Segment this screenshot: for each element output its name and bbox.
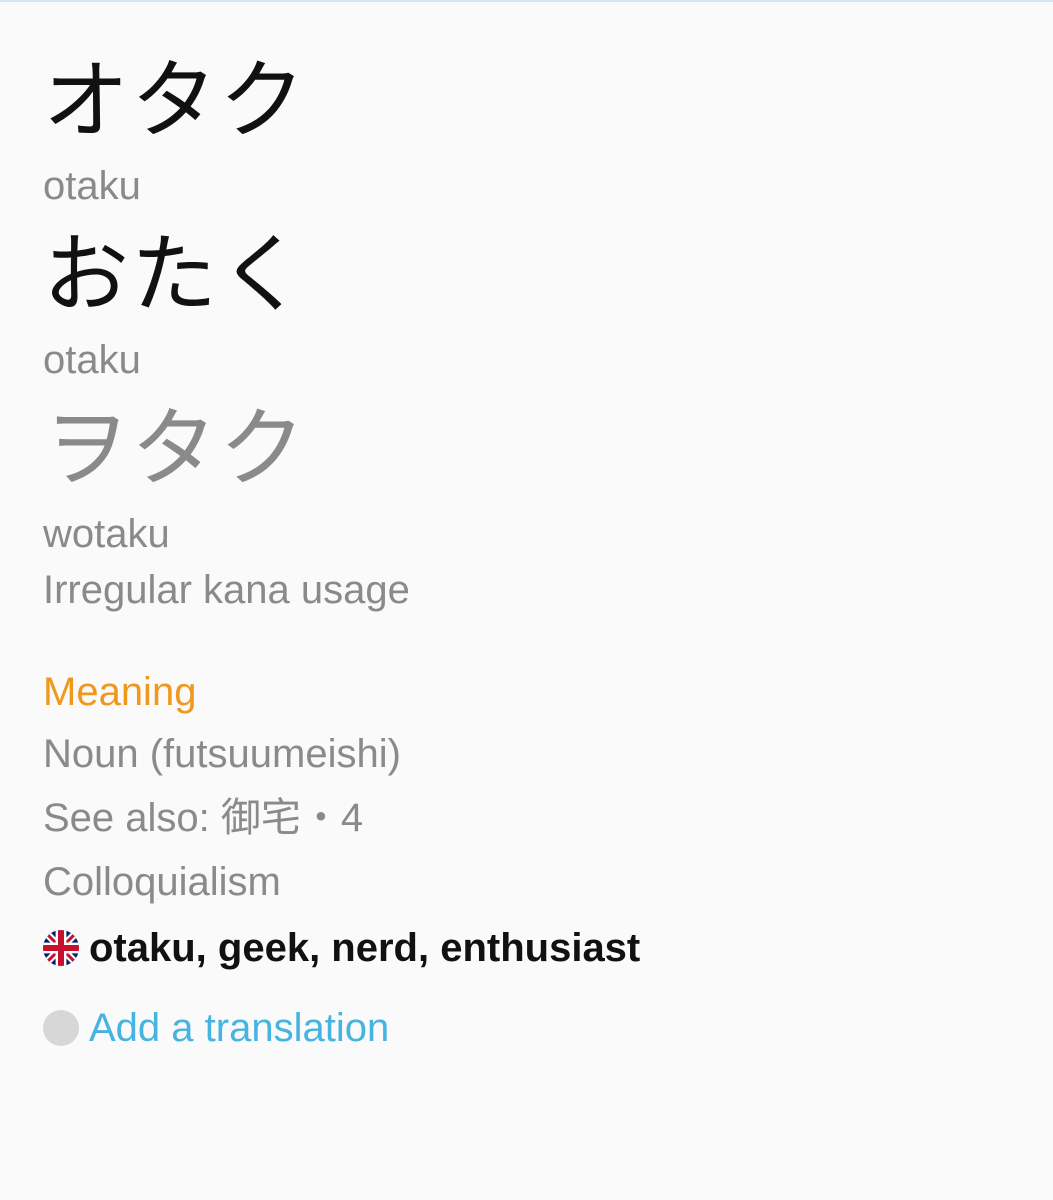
word-irregular-katakana: ヲタク	[43, 399, 307, 499]
usage-note: Colloquialism	[43, 860, 281, 904]
uk-flag-icon	[43, 930, 79, 966]
english-translation: otaku, geek, nerd, enthusiast	[89, 925, 641, 970]
top-divider	[0, 0, 1053, 2]
entry-content: オタク otaku おたく otaku ヲタク wotaku Irregular…	[43, 46, 1023, 1060]
irregular-kana-note: Irregular kana usage	[43, 568, 410, 612]
meaning-heading: Meaning	[43, 670, 197, 714]
add-translation-link[interactable]: Add a translation	[89, 1006, 389, 1051]
word-hiragana: おたく	[43, 225, 307, 325]
reading-romaji: otaku	[43, 338, 141, 382]
see-also-link[interactable]: See also: 御宅・4	[43, 786, 1023, 850]
reading-romaji: wotaku	[43, 512, 170, 556]
part-of-speech: Noun (futsuumeishi)	[43, 732, 401, 776]
reading-romaji: otaku	[43, 164, 141, 208]
translation-row: otaku, geek, nerd, enthusiast	[43, 916, 1023, 980]
word-katakana: オタク	[43, 51, 307, 151]
language-dot-icon	[43, 1010, 79, 1046]
add-translation-row[interactable]: Add a translation	[43, 996, 1023, 1060]
